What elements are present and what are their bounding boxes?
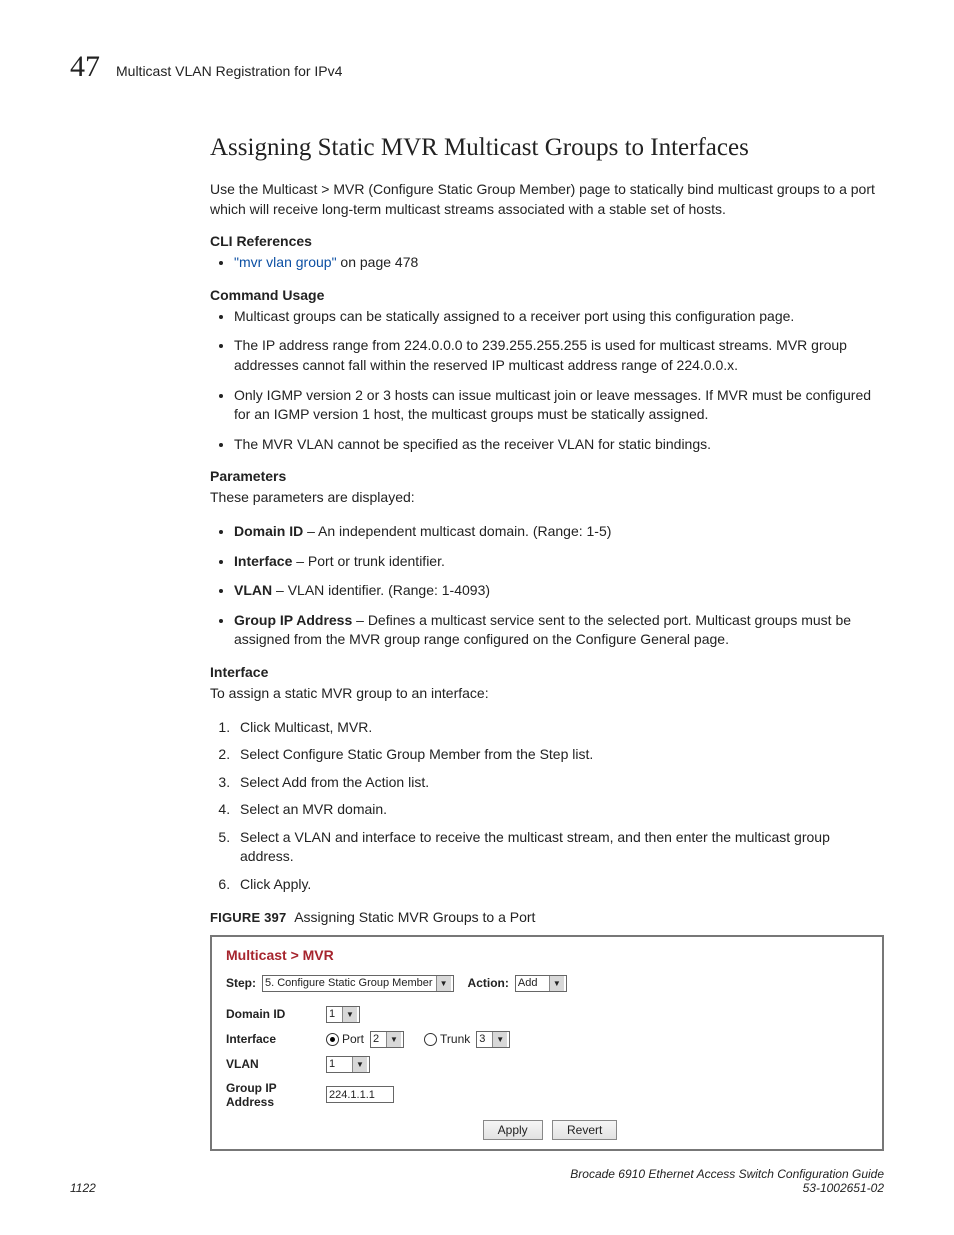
- chevron-down-icon: ▼: [549, 976, 564, 991]
- action-label: Action:: [468, 976, 509, 990]
- cli-reference-link[interactable]: "mvr vlan group": [234, 254, 337, 270]
- chevron-down-icon: ▼: [352, 1057, 367, 1072]
- parameter-item: Group IP Address – Defines a multicast s…: [234, 611, 884, 650]
- step-item: Select Add from the Action list.: [234, 773, 884, 793]
- port-label: Port: [342, 1032, 364, 1046]
- cli-references-heading: CLI References: [210, 233, 884, 249]
- parameters-heading: Parameters: [210, 468, 884, 484]
- doc-number: 53-1002651-02: [803, 1181, 884, 1195]
- figure-screenshot: Multicast > MVR Step: 5. Configure Stati…: [210, 935, 884, 1151]
- interface-heading: Interface: [210, 664, 884, 680]
- step-item: Select Configure Static Group Member fro…: [234, 745, 884, 765]
- parameters-intro: These parameters are displayed:: [210, 488, 884, 508]
- chapter-number: 47: [70, 50, 100, 84]
- step-action-row: Step: 5. Configure Static Group Member ▼…: [226, 975, 868, 992]
- intro-paragraph: Use the Multicast > MVR (Configure Stati…: [210, 180, 884, 219]
- command-usage-item: The MVR VLAN cannot be specified as the …: [234, 435, 884, 455]
- step-item: Select an MVR domain.: [234, 800, 884, 820]
- parameter-item: Domain ID – An independent multicast dom…: [234, 522, 884, 542]
- figure-caption: FIGURE 397 Assigning Static MVR Groups t…: [210, 909, 884, 925]
- page-number: 1122: [70, 1181, 96, 1195]
- command-usage-item: The IP address range from 224.0.0.0 to 2…: [234, 336, 884, 375]
- vlan-select[interactable]: 1 ▼: [326, 1056, 370, 1073]
- page-footer: 1122 Brocade 6910 Ethernet Access Switch…: [70, 1167, 884, 1195]
- trunk-radio[interactable]: [424, 1033, 437, 1046]
- revert-button[interactable]: Revert: [552, 1120, 617, 1140]
- action-select[interactable]: Add ▼: [515, 975, 567, 992]
- command-usage-item: Multicast groups can be statically assig…: [234, 307, 884, 327]
- cli-reference-suffix: on page 478: [337, 254, 419, 270]
- breadcrumb: Multicast > MVR: [226, 947, 868, 963]
- cli-reference-item: "mvr vlan group" on page 478: [234, 253, 884, 273]
- parameter-item: Interface – Port or trunk identifier.: [234, 552, 884, 572]
- doc-title: Brocade 6910 Ethernet Access Switch Conf…: [570, 1167, 884, 1181]
- domain-id-label: Domain ID: [226, 1007, 326, 1021]
- chevron-down-icon: ▼: [436, 976, 451, 991]
- chevron-down-icon: ▼: [386, 1032, 401, 1047]
- figure-title: Assigning Static MVR Groups to a Port: [294, 909, 535, 925]
- step-select[interactable]: 5. Configure Static Group Member ▼: [262, 975, 454, 992]
- parameter-item: VLAN – VLAN identifier. (Range: 1-4093): [234, 581, 884, 601]
- step-label: Step:: [226, 976, 256, 990]
- step-item: Click Multicast, MVR.: [234, 718, 884, 738]
- interface-intro: To assign a static MVR group to an inter…: [210, 684, 884, 704]
- chapter-title: Multicast VLAN Registration for IPv4: [116, 63, 342, 79]
- chevron-down-icon: ▼: [342, 1007, 357, 1022]
- group-ip-label: Group IP Address: [226, 1081, 326, 1109]
- trunk-select[interactable]: 3 ▼: [476, 1031, 510, 1048]
- section-title: Assigning Static MVR Multicast Groups to…: [210, 134, 884, 162]
- interface-label: Interface: [226, 1032, 326, 1046]
- command-usage-heading: Command Usage: [210, 287, 884, 303]
- trunk-label: Trunk: [440, 1032, 470, 1046]
- command-usage-item: Only IGMP version 2 or 3 hosts can issue…: [234, 386, 884, 425]
- port-radio[interactable]: [326, 1033, 339, 1046]
- step-item: Click Apply.: [234, 875, 884, 895]
- page-header: 47 Multicast VLAN Registration for IPv4: [70, 50, 884, 84]
- domain-id-select[interactable]: 1 ▼: [326, 1006, 360, 1023]
- group-ip-input[interactable]: 224.1.1.1: [326, 1086, 394, 1103]
- step-item: Select a VLAN and interface to receive t…: [234, 828, 884, 867]
- vlan-label: VLAN: [226, 1057, 326, 1071]
- port-select[interactable]: 2 ▼: [370, 1031, 404, 1048]
- figure-label: FIGURE 397: [210, 910, 286, 925]
- chevron-down-icon: ▼: [492, 1032, 507, 1047]
- apply-button[interactable]: Apply: [483, 1120, 543, 1140]
